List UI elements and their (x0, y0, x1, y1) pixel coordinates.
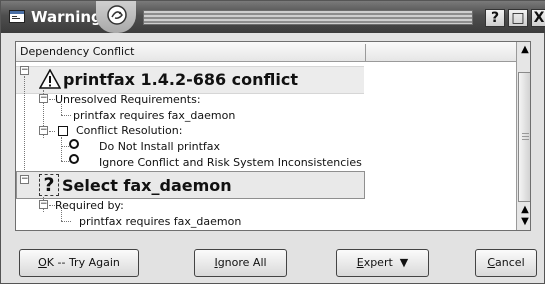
collapse-unresolved-icon[interactable]: − (39, 94, 48, 103)
window-title: Warning (31, 8, 102, 26)
ignore-all-button[interactable]: Ignore All (194, 249, 287, 277)
collapse-required-by-icon[interactable]: − (39, 200, 48, 209)
collapse-select-icon[interactable]: − (20, 175, 29, 184)
list-header: Dependency Conflict (16, 42, 530, 62)
scroll-up-icon[interactable]: ▲ (519, 44, 530, 56)
required-by-item[interactable]: printfax requires fax_daemon (79, 215, 241, 228)
maximize-button[interactable]: □ (508, 9, 528, 27)
suse-chameleon-icon (107, 5, 127, 25)
warning-triangle-icon (39, 69, 61, 89)
cancel-button[interactable]: Cancel (475, 249, 537, 277)
tree-guide (61, 161, 69, 162)
tree-guide (61, 137, 62, 161)
required-by-label: Required by: (55, 199, 124, 212)
unresolved-item[interactable]: printfax requires fax_daemon (73, 109, 235, 122)
expert-label: xpert (363, 256, 393, 269)
scroll-down-icon[interactable]: ▼ (519, 216, 530, 228)
cancel-accel: C (487, 256, 496, 269)
collapse-resolution-icon[interactable]: − (39, 126, 48, 135)
tree-guide (61, 210, 62, 221)
ignore-label: gnore All (217, 256, 267, 269)
app-window-icon (9, 10, 25, 23)
warning-dialog: Warning ? □ X Dependency Conflict − prin… (0, 0, 545, 284)
ok-accel: O (38, 256, 47, 269)
column-header-empty[interactable] (366, 42, 516, 62)
tree-guide (49, 131, 55, 132)
conflict-resolution-label: Conflict Resolution: (76, 124, 183, 137)
tree-guide (61, 221, 71, 222)
tree-guide (61, 146, 69, 147)
chevron-down-icon: ▼ (399, 256, 409, 269)
unresolved-requirements-label: Unresolved Requirements: (55, 93, 201, 106)
column-header-dependency-conflict[interactable]: Dependency Conflict (16, 42, 364, 62)
conflict-title: printfax 1.4.2-686 conflict (63, 70, 299, 89)
title-bar-grip (143, 10, 473, 25)
scrollbar-grip (522, 133, 529, 141)
conflict-resolution-checkbox[interactable] (58, 126, 68, 136)
scrollbar-thumb[interactable] (518, 72, 530, 202)
option-do-not-install-label[interactable]: Do Not Install printfax (99, 140, 220, 153)
question-icon: ? (39, 174, 59, 196)
option-ignore-conflict-label[interactable]: Ignore Conflict and Risk System Inconsis… (99, 156, 362, 169)
close-button[interactable]: X (531, 9, 545, 27)
scroll-up-lower-icon[interactable]: ▲ (519, 204, 530, 216)
expert-menu-button[interactable]: Expert ▼ (336, 249, 429, 277)
option-do-not-install-radio[interactable] (69, 139, 79, 149)
option-ignore-conflict-radio[interactable] (69, 154, 79, 164)
tree-guide (61, 115, 71, 116)
expert-accel: E (356, 256, 364, 269)
ok-try-again-button[interactable]: OK -- Try Again (19, 249, 139, 277)
tree-guide (24, 76, 25, 180)
title-bar[interactable]: Warning ? □ X (1, 1, 545, 33)
select-title: Select fax_daemon (62, 176, 232, 195)
collapse-conflict-icon[interactable]: − (20, 66, 29, 75)
ok-label: K -- Try Again (46, 256, 120, 269)
vertical-scrollbar[interactable]: ▲ ▲ ▼ (516, 42, 530, 230)
tree-guide (61, 104, 62, 115)
help-button[interactable]: ? (485, 9, 505, 27)
cancel-label: ancel (495, 256, 525, 269)
dependency-conflict-list[interactable]: Dependency Conflict − printfax 1.4.2-686… (15, 41, 531, 231)
